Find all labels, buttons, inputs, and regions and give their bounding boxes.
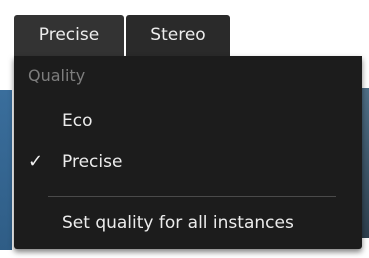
menu-header-quality: Quality [28,66,86,85]
quality-dropdown-menu: Quality Eco ✓ Precise Set quality for al… [14,56,362,249]
menu-item-label: Eco [62,111,93,131]
menu-item-precise[interactable]: ✓ Precise [14,145,362,179]
menu-item-set-quality-all[interactable]: Set quality for all instances [14,206,362,240]
stereo-button[interactable]: Stereo [126,15,230,56]
menu-item-label: Set quality for all instances [62,213,294,233]
host-panel-left [0,90,12,250]
checkmark-icon: ✓ [28,151,44,172]
menu-separator [48,196,336,197]
menu-item-label: Precise [62,152,123,172]
quality-button[interactable]: Precise [14,15,124,56]
toolbar: Precise Stereo [14,15,230,56]
menu-item-eco[interactable]: Eco [14,104,362,138]
